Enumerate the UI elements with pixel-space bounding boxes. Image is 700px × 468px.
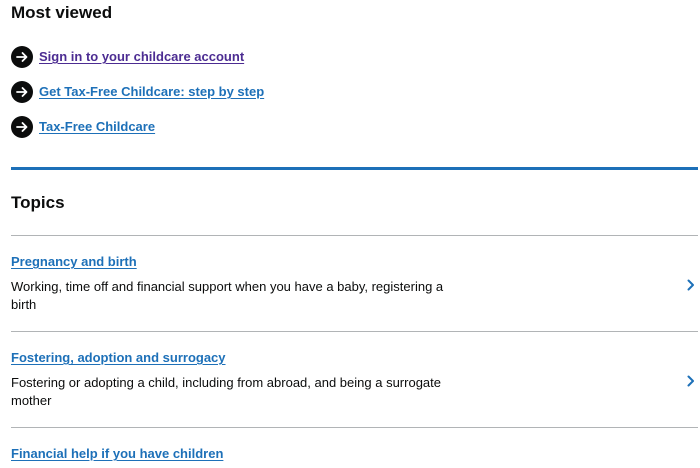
chevron-right-icon[interactable] [686, 374, 696, 388]
chevron-right-icon[interactable] [686, 278, 696, 292]
arrow-right-circle-icon [11, 46, 33, 68]
most-viewed-item-step-by-step[interactable]: Get Tax-Free Childcare: step by step [11, 80, 264, 104]
topic-divider [11, 331, 698, 332]
most-viewed-item-tax-free-childcare[interactable]: Tax-Free Childcare [11, 115, 155, 139]
arrow-right-circle-icon [11, 116, 33, 138]
section-divider [11, 167, 698, 170]
most-viewed-link-label[interactable]: Get Tax-Free Childcare: step by step [39, 84, 264, 100]
most-viewed-heading: Most viewed [11, 3, 113, 22]
topic-link-financial-help[interactable]: Financial help if you have children [11, 446, 223, 462]
arrow-right-circle-icon [11, 81, 33, 103]
topic-divider [11, 427, 698, 428]
topic-description: Working, time off and financial support … [11, 279, 444, 312]
topic-link-pregnancy-and-birth[interactable]: Pregnancy and birth [11, 254, 137, 270]
most-viewed-link-label[interactable]: Sign in to your childcare account [39, 49, 244, 65]
topic-link-fostering-adoption-surrogacy[interactable]: Fostering, adoption and surrogacy [11, 350, 226, 366]
most-viewed-link-label[interactable]: Tax-Free Childcare [39, 119, 155, 135]
most-viewed-item-sign-in[interactable]: Sign in to your childcare account [11, 45, 244, 69]
page: Most viewed Sign in to your childcare ac… [0, 0, 700, 468]
topic-description: Fostering or adopting a child, including… [11, 375, 441, 408]
topics-heading: Topics [11, 193, 65, 212]
topic-divider [11, 235, 698, 236]
